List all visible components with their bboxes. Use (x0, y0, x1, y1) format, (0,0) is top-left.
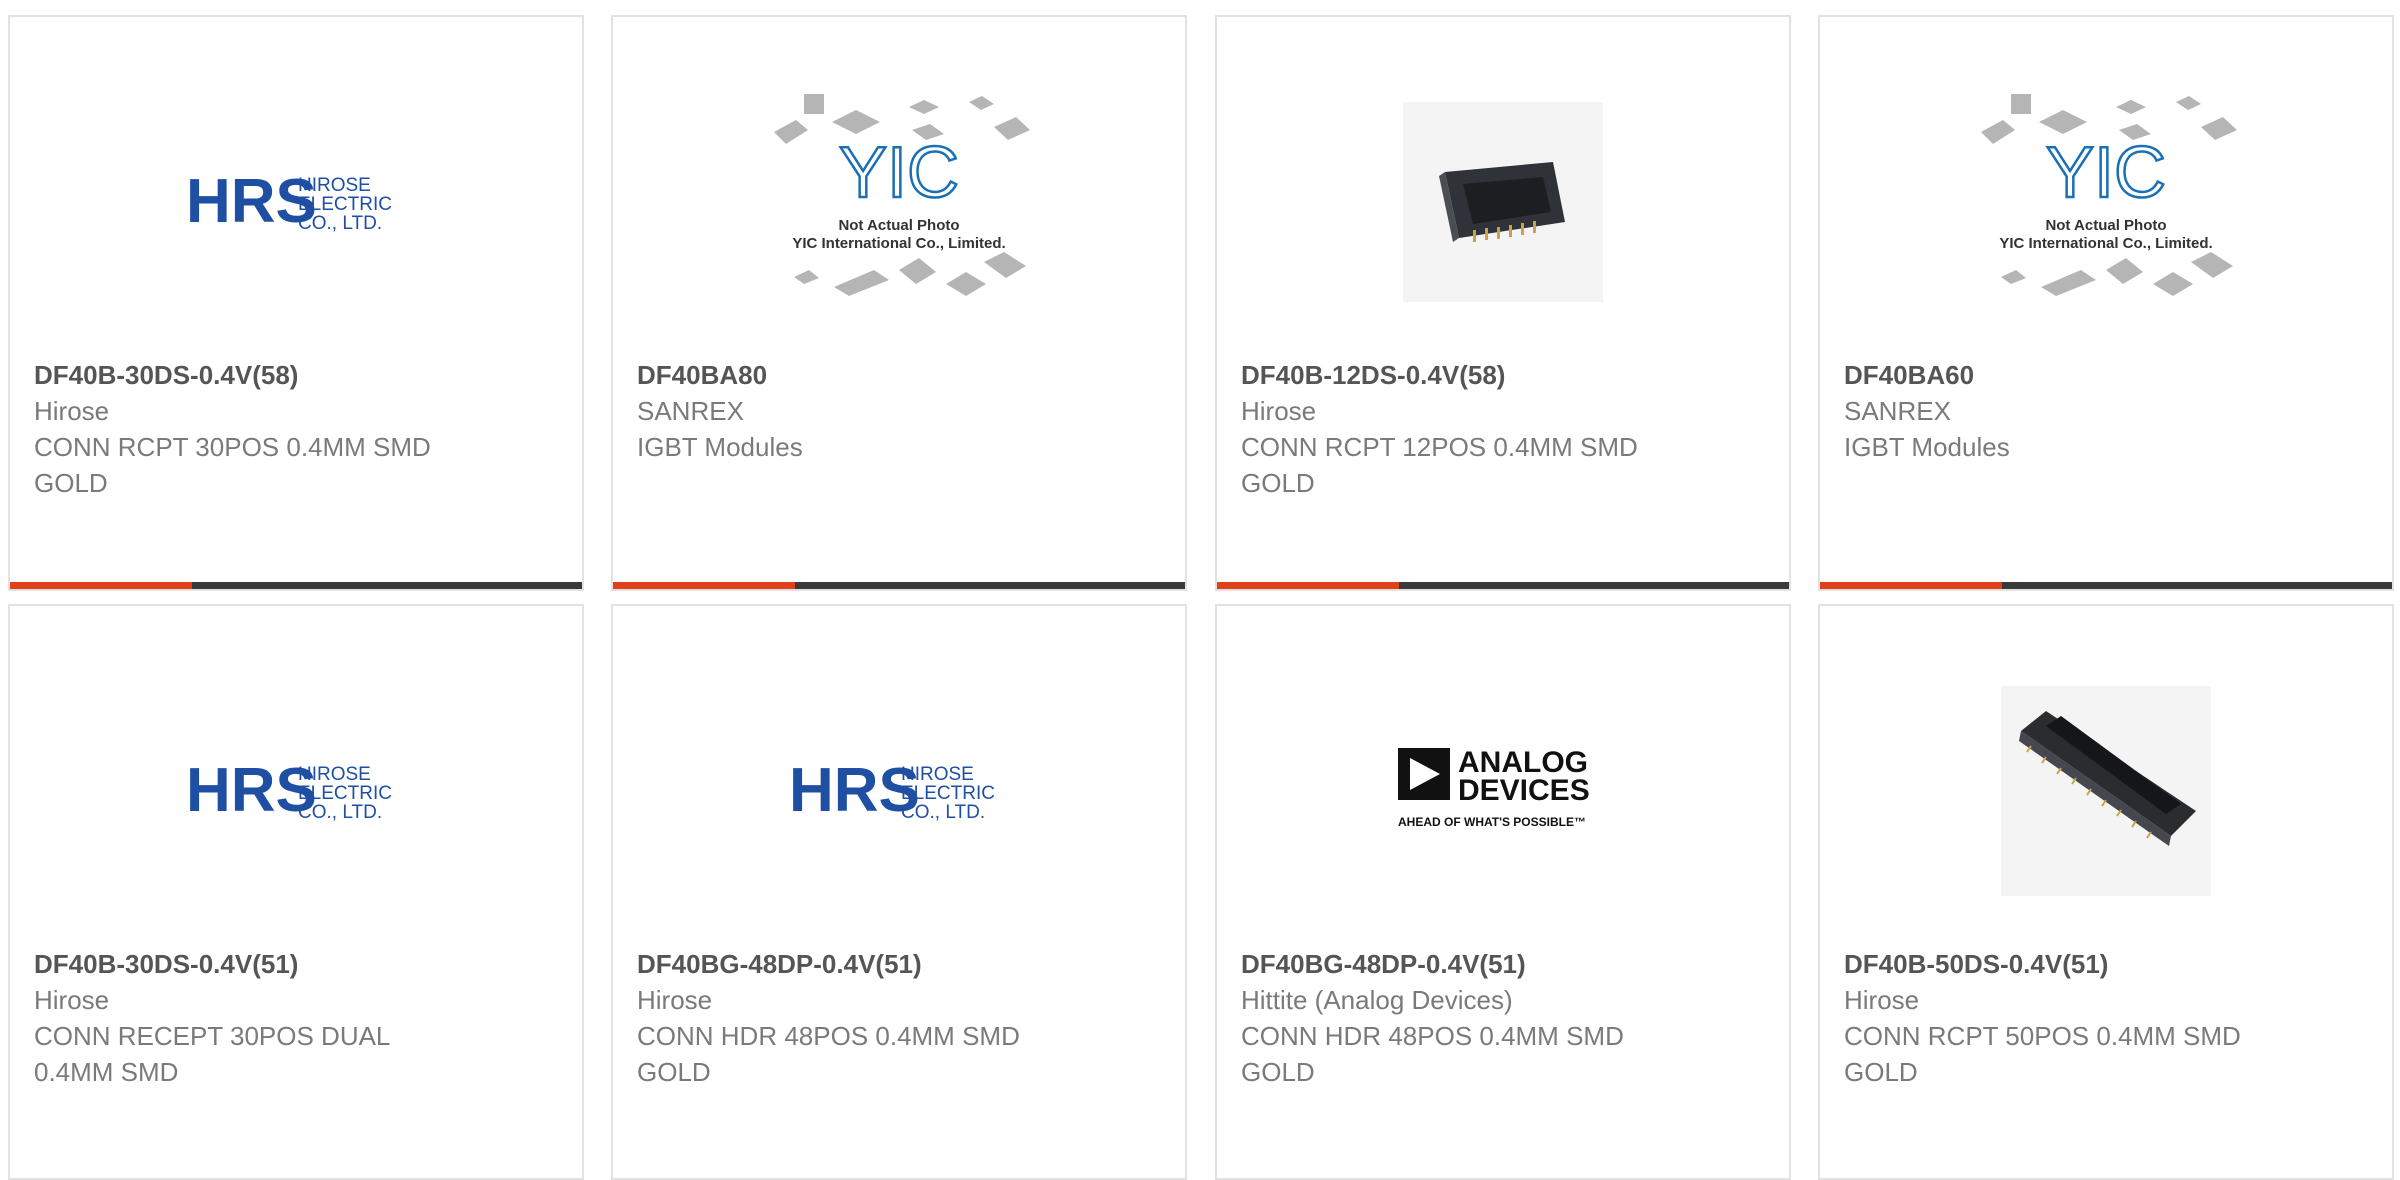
product-grid: HRS HIROSE ELECTRIC CO., LTD. DF40B-30DS… (0, 0, 2400, 1180)
manufacturer-logo: HRS HIROSE ELECTRIC CO., LTD. (10, 62, 582, 342)
svg-text:DEVICES: DEVICES (1458, 774, 1590, 807)
product-description: CONN RCPT 30POS 0.4MM SMD GOLD (34, 432, 431, 498)
svg-text:YIC International Co., Limited: YIC International Co., Limited. (1999, 235, 2212, 252)
part-number[interactable]: DF40B-50DS-0.4V(51) (1844, 946, 2264, 982)
svg-text:ELECTRIC: ELECTRIC (298, 194, 392, 215)
svg-text:Not Actual Photo: Not Actual Photo (2045, 217, 2166, 234)
product-description: CONN HDR 48POS 0.4MM SMD GOLD (1241, 1021, 1624, 1087)
card-bar (613, 582, 1185, 589)
manufacturer-name: SANREX (637, 396, 744, 426)
manufacturer-name: Hirose (1241, 396, 1317, 426)
part-number[interactable]: DF40BA80 (637, 357, 1057, 393)
manufacturer-name: Hirose (1844, 985, 1920, 1015)
manufacturer-name: Hittite (Analog Devices) (1241, 985, 1513, 1015)
part-number[interactable]: DF40BG-48DP-0.4V(51) (1241, 946, 1661, 982)
product-photo (1820, 651, 2392, 931)
manufacturer-name: Hirose (637, 985, 713, 1015)
svg-text:CO., LTD.: CO., LTD. (901, 802, 985, 823)
product-card[interactable]: DF40B-50DS-0.4V(51) Hirose CONN RCPT 50P… (1818, 604, 2394, 1180)
product-description: IGBT Modules (637, 432, 803, 462)
product-card[interactable]: YIC Not Actual Photo YIC International C… (611, 15, 1187, 591)
part-number[interactable]: DF40BA60 (1844, 357, 2264, 393)
placeholder-image: YIC Not Actual Photo YIC International C… (613, 62, 1185, 342)
yic-mark: YIC (839, 133, 959, 213)
product-card[interactable]: ANALOG DEVICES AHEAD OF WHAT'S POSSIBLE™… (1215, 604, 1791, 1180)
svg-text:CO., LTD.: CO., LTD. (298, 802, 382, 823)
svg-text:HIROSE: HIROSE (298, 764, 371, 785)
manufacturer-logo: HRS HIROSE ELECTRIC CO., LTD. (613, 651, 1185, 931)
product-card[interactable]: DF40B-12DS-0.4V(58) Hirose CONN RCPT 12P… (1215, 15, 1791, 591)
part-number[interactable]: DF40B-30DS-0.4V(58) (34, 357, 454, 393)
part-number[interactable]: DF40B-30DS-0.4V(51) (34, 946, 454, 982)
product-card[interactable]: YIC Not Actual Photo YIC International C… (1818, 15, 2394, 591)
svg-text:HIROSE: HIROSE (901, 764, 974, 785)
part-number[interactable]: DF40BG-48DP-0.4V(51) (637, 946, 1057, 982)
svg-text:AHEAD OF WHAT'S POSSIBLE™: AHEAD OF WHAT'S POSSIBLE™ (1398, 815, 1586, 829)
yic-mark: YIC (2046, 133, 2166, 213)
manufacturer-name: Hirose (34, 396, 110, 426)
placeholder-image: YIC Not Actual Photo YIC International C… (1820, 62, 2392, 342)
svg-text:CO., LTD.: CO., LTD. (298, 213, 382, 234)
card-bar (1217, 582, 1789, 589)
svg-text:YIC International Co., Limited: YIC International Co., Limited. (792, 235, 1005, 252)
product-description: CONN RCPT 50POS 0.4MM SMD GOLD (1844, 1021, 2241, 1087)
product-description: CONN RCPT 12POS 0.4MM SMD GOLD (1241, 432, 1638, 498)
product-description: CONN RECEPT 30POS DUAL 0.4MM SMD (34, 1021, 390, 1087)
product-description: CONN HDR 48POS 0.4MM SMD GOLD (637, 1021, 1020, 1087)
part-number[interactable]: DF40B-12DS-0.4V(58) (1241, 357, 1661, 393)
manufacturer-logo: HRS HIROSE ELECTRIC CO., LTD. (10, 651, 582, 931)
card-bar (10, 582, 582, 589)
manufacturer-logo: ANALOG DEVICES AHEAD OF WHAT'S POSSIBLE™ (1217, 651, 1789, 931)
product-description: IGBT Modules (1844, 432, 2010, 462)
manufacturer-name: Hirose (34, 985, 110, 1015)
product-photo (1217, 62, 1789, 342)
manufacturer-name: SANREX (1844, 396, 1951, 426)
card-bar (1820, 582, 2392, 589)
product-card[interactable]: HRS HIROSE ELECTRIC CO., LTD. DF40BG-48D… (611, 604, 1187, 1180)
product-card[interactable]: HRS HIROSE ELECTRIC CO., LTD. DF40B-30DS… (8, 604, 584, 1180)
svg-text:HIROSE: HIROSE (298, 175, 371, 196)
product-card[interactable]: HRS HIROSE ELECTRIC CO., LTD. DF40B-30DS… (8, 15, 584, 591)
svg-text:ELECTRIC: ELECTRIC (901, 783, 995, 804)
svg-text:Not Actual Photo: Not Actual Photo (838, 217, 959, 234)
svg-text:ELECTRIC: ELECTRIC (298, 783, 392, 804)
